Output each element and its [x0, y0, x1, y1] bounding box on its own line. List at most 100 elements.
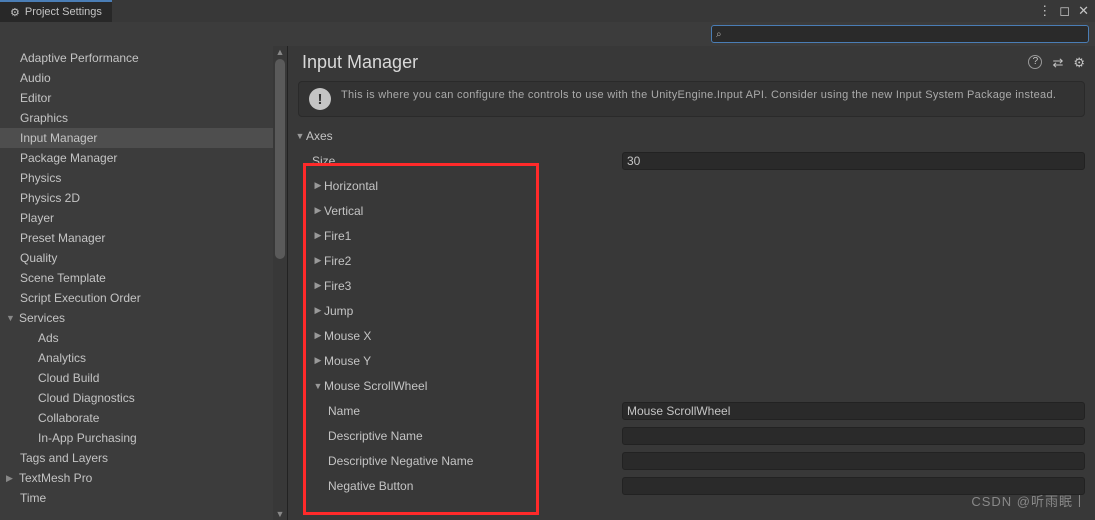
sidebar-item-label: Analytics — [38, 351, 86, 365]
sidebar-item-label: In-App Purchasing — [38, 431, 137, 445]
chevron-icon: ▼ — [6, 313, 16, 323]
sidebar-item-label: TextMesh Pro — [19, 471, 92, 485]
foldout-icon[interactable]: ▶ — [312, 180, 324, 191]
foldout-axes[interactable]: ▼ — [294, 131, 306, 141]
descriptive-negative-name-label: Descriptive Negative Name — [328, 454, 622, 468]
sidebar-item-scene-template[interactable]: Scene Template — [0, 268, 273, 288]
descriptive-name-input[interactable] — [622, 427, 1085, 445]
sidebar-item-adaptive-performance[interactable]: Adaptive Performance — [0, 48, 273, 68]
foldout-icon[interactable]: ▶ — [312, 255, 324, 266]
name-input[interactable] — [622, 402, 1085, 420]
search-icon: ⌕ — [712, 29, 726, 40]
foldout-icon[interactable]: ▶ — [312, 230, 324, 241]
sidebar-item-label: Tags and Layers — [20, 451, 108, 465]
sidebar-item-player[interactable]: Player — [0, 208, 273, 228]
sidebar-item-in-app-purchasing[interactable]: In-App Purchasing — [0, 428, 273, 448]
sidebar-item-label: Services — [19, 311, 65, 325]
foldout-icon[interactable]: ▶ — [312, 280, 324, 291]
sidebar-item-editor[interactable]: Editor — [0, 88, 273, 108]
maximize-icon[interactable]: ◻ — [1059, 3, 1070, 19]
search-bar: ⌕ — [0, 22, 1095, 46]
size-label: Size — [312, 154, 622, 168]
sidebar-item-services[interactable]: ▼Services — [0, 308, 273, 328]
sidebar-item-label: Time — [20, 491, 46, 505]
sidebar-item-analytics[interactable]: Analytics — [0, 348, 273, 368]
main-panel: Input Manager ? ⇄ ⚙ ! This is where you … — [287, 46, 1095, 520]
axis-item-mouse-y[interactable]: ▶Mouse Y — [292, 348, 1085, 373]
inspector: ▼ Axes Size ▶Horizontal▶Vertical▶Fire1▶F… — [288, 123, 1095, 520]
titlebar: ⚙ Project Settings ⋮ ◻ ✕ — [0, 0, 1095, 22]
axes-label: Axes — [306, 129, 333, 143]
sidebar-item-collaborate[interactable]: Collaborate — [0, 408, 273, 428]
sidebar-item-package-manager[interactable]: Package Manager — [0, 148, 273, 168]
info-text: This is where you can configure the cont… — [341, 88, 1056, 102]
sidebar-item-label: Quality — [20, 251, 57, 265]
scroll-down-icon[interactable]: ▼ — [273, 508, 287, 520]
size-input[interactable] — [622, 152, 1085, 170]
axis-item-horizontal[interactable]: ▶Horizontal — [292, 173, 1085, 198]
foldout-icon[interactable]: ▼ — [312, 381, 324, 391]
axis-item-jump[interactable]: ▶Jump — [292, 298, 1085, 323]
scroll-thumb[interactable] — [275, 59, 285, 259]
negative-button-label: Negative Button — [328, 479, 622, 493]
gear-icon: ⚙ — [10, 6, 20, 19]
sidebar-item-quality[interactable]: Quality — [0, 248, 273, 268]
foldout-icon[interactable]: ▶ — [312, 205, 324, 216]
preset-icon[interactable]: ⇄ — [1052, 55, 1063, 71]
scroll-up-icon[interactable]: ▲ — [273, 46, 287, 58]
sidebar-item-preset-manager[interactable]: Preset Manager — [0, 228, 273, 248]
sidebar-item-cloud-build[interactable]: Cloud Build — [0, 368, 273, 388]
sidebar-item-cloud-diagnostics[interactable]: Cloud Diagnostics — [0, 388, 273, 408]
sidebar-item-tags-and-layers[interactable]: Tags and Layers — [0, 448, 273, 468]
sidebar-item-label: Ads — [38, 331, 59, 345]
sidebar-item-graphics[interactable]: Graphics — [0, 108, 273, 128]
sidebar-item-label: Editor — [20, 91, 51, 105]
foldout-icon[interactable]: ▶ — [312, 355, 324, 366]
sidebar-item-physics[interactable]: Physics — [0, 168, 273, 188]
settings-icon[interactable]: ⚙ — [1073, 55, 1085, 71]
help-icon[interactable]: ? — [1028, 55, 1042, 69]
name-label: Name — [328, 404, 622, 418]
sidebar-item-label: Input Manager — [20, 131, 97, 145]
sidebar-item-physics-2d[interactable]: Physics 2D — [0, 188, 273, 208]
sidebar-item-time[interactable]: Time — [0, 488, 273, 508]
search-input[interactable] — [726, 28, 1088, 40]
sidebar-item-script-execution-order[interactable]: Script Execution Order — [0, 288, 273, 308]
axis-item-fire2[interactable]: ▶Fire2 — [292, 248, 1085, 273]
close-icon[interactable]: ✕ — [1078, 3, 1089, 19]
search-field[interactable]: ⌕ — [711, 25, 1089, 43]
axis-label: Vertical — [324, 204, 363, 218]
tab-label: Project Settings — [25, 6, 102, 18]
axis-item-fire3[interactable]: ▶Fire3 — [292, 273, 1085, 298]
descriptive-negative-name-input[interactable] — [622, 452, 1085, 470]
tab-project-settings[interactable]: ⚙ Project Settings — [0, 0, 112, 22]
axis-item-mouse-x[interactable]: ▶Mouse X — [292, 323, 1085, 348]
info-box: ! This is where you can configure the co… — [298, 81, 1085, 117]
sidebar-item-audio[interactable]: Audio — [0, 68, 273, 88]
axis-item-fire1[interactable]: ▶Fire1 — [292, 223, 1085, 248]
axis-label: Horizontal — [324, 179, 378, 193]
axis-label: Mouse X — [324, 329, 371, 343]
sidebar: Adaptive PerformanceAudio Editor Graphics I… — [0, 46, 287, 520]
sidebar-item-textmesh-pro[interactable]: ▶TextMesh Pro — [0, 468, 273, 488]
axis-label: Fire3 — [324, 279, 351, 293]
sidebar-item-label: Script Execution Order — [20, 291, 141, 305]
negative-button-input[interactable] — [622, 477, 1085, 495]
sidebar-item-ads[interactable]: Ads — [0, 328, 273, 348]
descriptive-name-label: Descriptive Name — [328, 429, 622, 443]
sidebar-item-label: Physics 2D — [20, 191, 80, 205]
foldout-icon[interactable]: ▶ — [312, 330, 324, 341]
menu-icon[interactable]: ⋮ — [1038, 3, 1051, 19]
chevron-icon: ▶ — [6, 473, 16, 484]
page-title: Input Manager — [302, 52, 1028, 73]
sidebar-item-input-manager[interactable]: Input Manager — [0, 128, 273, 148]
axis-label: Fire1 — [324, 229, 351, 243]
foldout-icon[interactable]: ▶ — [312, 305, 324, 316]
axis-item-mouse-scrollwheel[interactable]: ▼Mouse ScrollWheel — [292, 373, 1085, 398]
axis-label: Mouse ScrollWheel — [324, 379, 427, 393]
sidebar-item-label: Scene Template — [20, 271, 106, 285]
axis-item-vertical[interactable]: ▶Vertical — [292, 198, 1085, 223]
sidebar-scrollbar[interactable]: ▲ ▼ — [273, 46, 287, 520]
sidebar-item-label: Collaborate — [38, 411, 99, 425]
sidebar-item-label: Cloud Build — [38, 371, 99, 385]
